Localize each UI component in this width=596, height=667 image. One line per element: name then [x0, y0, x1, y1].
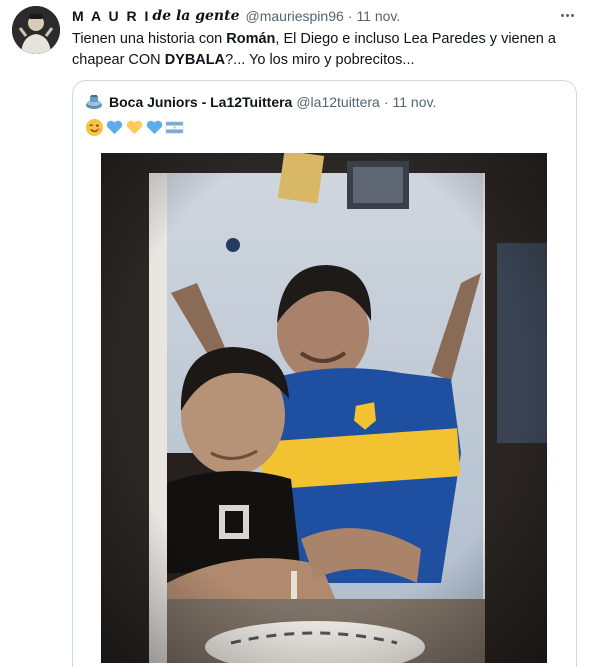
author-avatar[interactable] [12, 6, 60, 54]
separator-dot: · [347, 8, 353, 24]
more-options-button[interactable] [556, 6, 578, 24]
author-display-name-suffix[interactable]: de la gente [152, 8, 239, 24]
more-dot [570, 13, 574, 17]
stadium-avatar-icon[interactable] [85, 93, 103, 111]
argentina-flag-icon [165, 121, 184, 133]
tweet-text-segment: ?... Yo los miro y pobrecitos... [225, 52, 415, 68]
more-horizontal-icon [560, 13, 564, 17]
tweet-text: Tienen una historia con Román, El Diego … [72, 29, 572, 71]
tweet-text-bold: DYBALA [164, 52, 226, 68]
quoted-tweet-photo[interactable] [101, 153, 547, 663]
tweet-text-bold: Román [226, 31, 276, 47]
quoted-tweet-timestamp[interactable]: 11 nov. [393, 94, 437, 110]
quoted-author-display-name[interactable]: Boca Juniors - La12Tuittera [109, 94, 292, 110]
author-handle[interactable]: @mauriespin96 [246, 8, 344, 24]
separator-dot: · [383, 94, 389, 110]
yellow-heart-icon [126, 120, 143, 134]
author-display-name[interactable]: M A U R I [72, 8, 150, 24]
quoted-tweet-emojis [85, 117, 184, 137]
user-avatar-icon [12, 6, 60, 54]
winking-face-icon [85, 118, 104, 136]
blue-heart-icon [146, 120, 163, 134]
old-photo-two-boys-image [101, 153, 547, 663]
quoted-tweet-header: Boca Juniors - La12Tuittera @la12tuitter… [85, 93, 436, 111]
tweet-header: M A U R I de la gente @mauriespin96 · 11… [72, 7, 400, 25]
quoted-author-handle[interactable]: @la12tuittera [296, 94, 379, 110]
tweet-text-segment: Tienen una historia con [72, 31, 227, 47]
tweet-timestamp[interactable]: 11 nov. [356, 8, 400, 24]
quoted-tweet-card[interactable]: Boca Juniors - La12Tuittera @la12tuitter… [72, 80, 577, 667]
tweet[interactable]: M A U R I de la gente @mauriespin96 · 11… [0, 0, 596, 667]
blue-heart-icon [106, 120, 123, 134]
more-dot [565, 13, 569, 17]
